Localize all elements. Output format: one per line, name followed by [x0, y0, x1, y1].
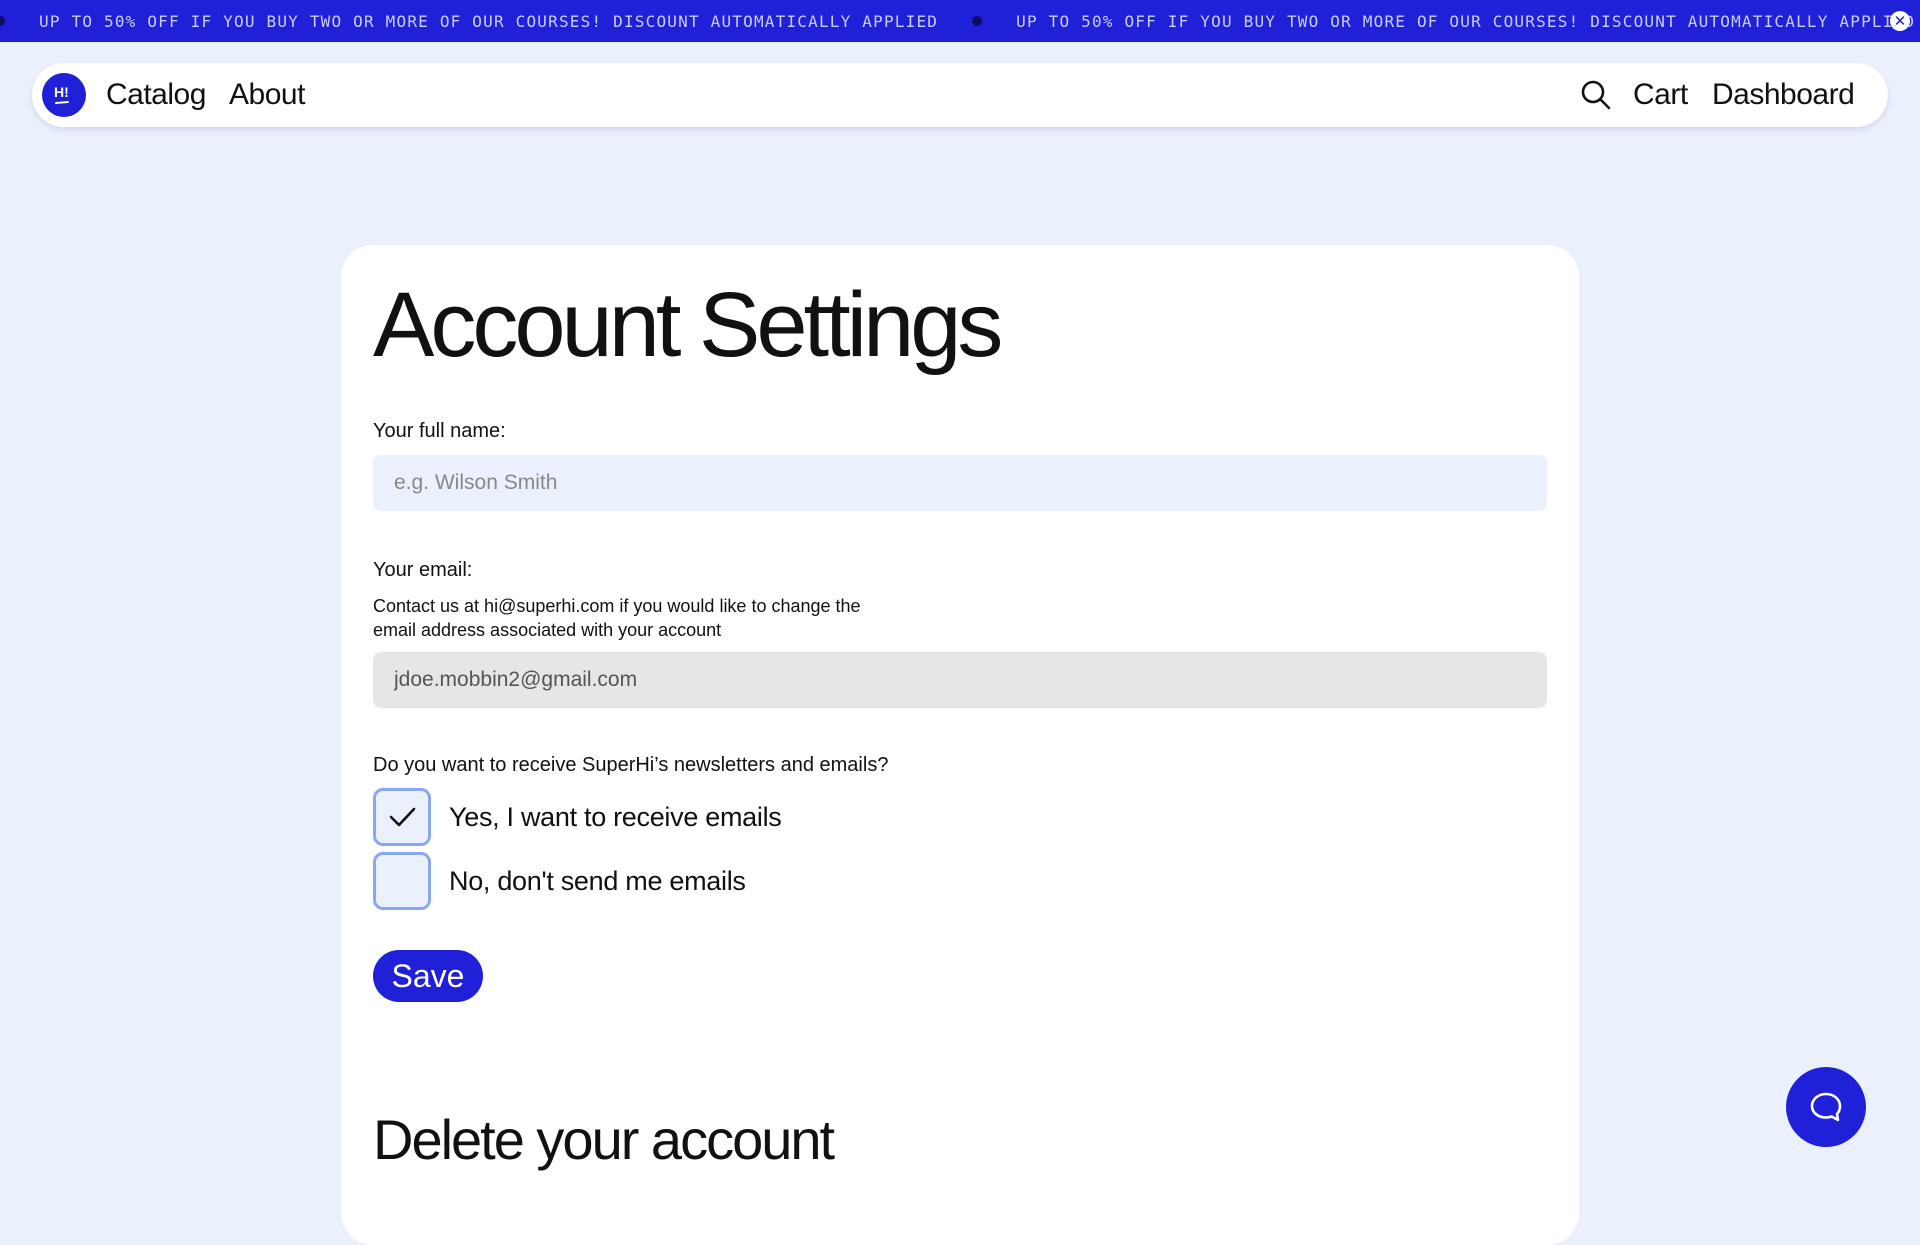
chat-bubble-icon — [1810, 1092, 1842, 1122]
chat-button[interactable] — [1786, 1067, 1866, 1147]
newsletter-option-no[interactable]: No, don't send me emails — [373, 851, 746, 911]
newsletter-option-yes[interactable]: Yes, I want to receive emails — [373, 787, 782, 847]
banner-dot — [972, 16, 983, 26]
search-icon — [1581, 80, 1611, 110]
delete-account-title: Delete your account — [373, 1108, 835, 1171]
page-title: Account Settings — [373, 274, 1003, 376]
superhi-logo[interactable]: H! — [42, 73, 86, 117]
full-name-input[interactable] — [373, 455, 1547, 511]
save-button[interactable]: Save — [373, 950, 483, 1002]
promo-banner: UP TO 50% OFF IF YOU BUY TWO OR MORE OF … — [0, 0, 1920, 42]
option-label: Yes, I want to receive emails — [449, 801, 782, 832]
email-label: Your email: — [373, 559, 473, 581]
checkbox-yes[interactable] — [373, 788, 431, 846]
nav-link-cart[interactable]: Cart — [1633, 63, 1688, 127]
svg-text:H!: H! — [54, 84, 69, 100]
banner-track: UP TO 50% OFF IF YOU BUY TWO OR MORE OF … — [0, 0, 1915, 42]
banner-text: UP TO 50% OFF IF YOU BUY TWO OR MORE OF … — [39, 11, 939, 31]
banner-dot — [0, 16, 5, 26]
checkmark-icon — [389, 807, 416, 827]
nav-link-dashboard[interactable]: Dashboard — [1712, 63, 1855, 127]
logo-mark: H! — [54, 84, 69, 104]
newsletter-question: Do you want to receive SuperHi’s newslet… — [373, 754, 889, 776]
option-label: No, don't send me emails — [449, 865, 746, 896]
close-icon: ✕ — [1893, 12, 1907, 30]
banner-text-repeat: UP TO 50% OFF IF YOU BUY TWO OR MORE OF … — [1016, 11, 1916, 31]
search-button[interactable] — [1578, 77, 1614, 113]
nav-link-catalog[interactable]: Catalog — [106, 63, 206, 127]
full-name-label: Your full name: — [373, 420, 506, 442]
banner-close-button[interactable]: ✕ — [1890, 11, 1910, 31]
nav-link-about[interactable]: About — [229, 63, 305, 127]
email-input[interactable] — [373, 652, 1547, 708]
checkbox-no[interactable] — [373, 852, 431, 910]
account-settings-card: Account Settings Your full name: Your em… — [341, 245, 1579, 1245]
top-navbar: H! Catalog About Cart Dashboard — [32, 63, 1888, 127]
email-hint: Contact us at hi@superhi.com if you woul… — [373, 596, 861, 640]
